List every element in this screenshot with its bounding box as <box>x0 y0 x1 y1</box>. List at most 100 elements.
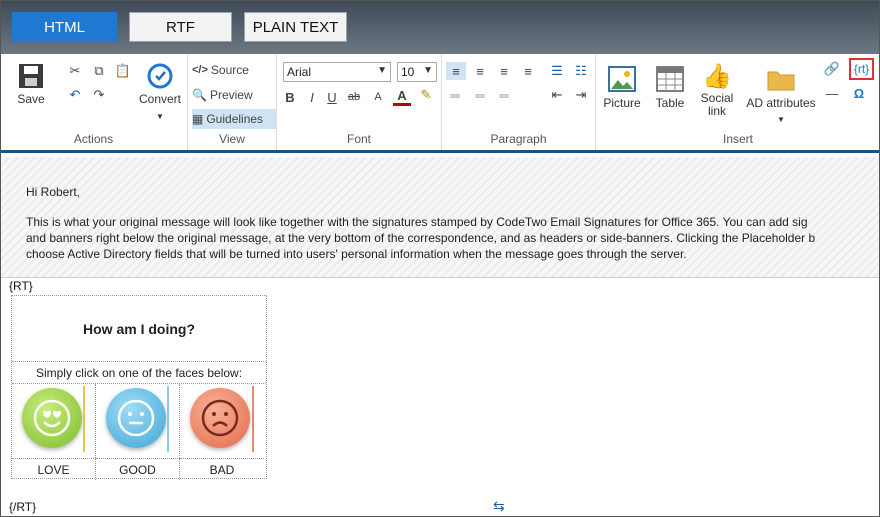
table-icon <box>656 66 684 92</box>
font-size-value: 10 <box>401 65 415 79</box>
picture-icon <box>608 66 636 92</box>
paragraph-group-label: Paragraph <box>490 132 547 146</box>
font-family-value: Arial <box>287 65 312 79</box>
insert-group: Picture Table 👍 Social link AD attribute… <box>596 54 880 150</box>
thumbs-up-icon: 👍 <box>702 63 732 90</box>
bad-accent-bar <box>252 386 254 452</box>
mode-html-button[interactable]: HTML <box>12 12 117 42</box>
face-label-bad: BAD <box>180 458 264 480</box>
magnifier-icon: 🔍 <box>192 88 207 102</box>
actions-group-label: Actions <box>73 132 114 146</box>
insert-picture-button[interactable]: Picture <box>602 66 642 110</box>
justify-icon[interactable]: ≡ <box>519 62 537 80</box>
convert-button[interactable]: Convert ▼ <box>138 62 182 121</box>
chevron-down-icon: ▼ <box>377 65 387 76</box>
greeting-text: Hi Robert, <box>26 185 81 199</box>
outdent-icon[interactable]: ⇤ <box>548 86 566 104</box>
mode-bar: HTML RTF PLAIN TEXT <box>0 0 880 54</box>
signature-table[interactable]: How am I doing? Simply click on one of t… <box>11 295 267 480</box>
preview-button[interactable]: 🔍 Preview <box>192 85 276 105</box>
paste-icon[interactable]: 📋 <box>114 62 132 80</box>
message-line-2: and banners right below the original mes… <box>26 231 816 245</box>
horizontal-line-icon[interactable]: — <box>823 84 841 102</box>
align-right-icon[interactable]: ≡ <box>495 62 513 80</box>
guidelines-label: Guidelines <box>206 112 264 126</box>
insert-group-label: Insert <box>722 132 753 146</box>
cut-icon[interactable]: ✂ <box>66 62 84 80</box>
insert-social-link-button[interactable]: 👍 Social link <box>696 64 738 118</box>
original-message-preview: Hi Robert, This is what your original me… <box>0 157 880 278</box>
convert-dropdown-icon[interactable]: ▼ <box>156 112 164 121</box>
message-line-3: choose Active Directory fields that will… <box>26 247 687 261</box>
mode-plain-text-button[interactable]: PLAIN TEXT <box>244 12 347 42</box>
ad-attributes-dropdown-icon[interactable]: ▼ <box>777 115 785 124</box>
align-left-icon[interactable]: ≡ <box>446 62 466 80</box>
underline-icon[interactable]: U <box>323 88 341 106</box>
floppy-disk-icon <box>19 64 43 88</box>
numbered-list-icon[interactable]: ☷ <box>572 62 590 80</box>
heart-eyes-face-icon[interactable] <box>22 388 82 448</box>
mode-rtf-button[interactable]: RTF <box>129 12 232 42</box>
folder-icon <box>767 71 795 91</box>
neutral-face-icon[interactable] <box>106 388 166 448</box>
rt-close-tag: {/RT} <box>9 500 37 514</box>
bold-icon[interactable]: B <box>281 88 299 106</box>
align-center-icon[interactable]: ≡ <box>471 62 489 80</box>
indent-icon[interactable]: ⇥ <box>572 86 590 104</box>
highlight-icon[interactable]: ✎ <box>417 86 435 104</box>
ribbon-toolbar: Save ✂ ⧉ 📋 ↶ ↷ Convert ▼ Actions </> Sou… <box>0 54 880 153</box>
font-family-select[interactable]: Arial ▼ <box>283 62 391 82</box>
save-label: Save <box>17 92 45 106</box>
undo-icon[interactable]: ↶ <box>66 86 84 104</box>
font-color-icon[interactable]: A <box>393 88 411 106</box>
insert-table-button[interactable]: Table <box>650 66 690 110</box>
save-button[interactable]: Save <box>14 62 48 106</box>
source-label: Source <box>210 63 249 77</box>
spacing-after-icon[interactable]: ═ <box>495 86 513 104</box>
message-line-1: This is what your original message will … <box>26 215 808 229</box>
face-label-good: GOOD <box>96 458 180 480</box>
preview-label: Preview <box>209 88 253 102</box>
ad-attributes-button[interactable]: AD attributes ▼ <box>746 68 816 124</box>
signature-position-icon[interactable]: ⇆ <box>493 498 505 515</box>
editor-canvas[interactable]: Hi Robert, This is what your original me… <box>0 153 880 517</box>
face-cell-love[interactable] <box>12 384 96 458</box>
picture-label: Picture <box>603 96 641 110</box>
redo-icon[interactable]: ↷ <box>90 86 108 104</box>
source-button[interactable]: </> Source <box>192 60 276 80</box>
face-cell-good[interactable] <box>96 384 180 458</box>
clear-format-icon[interactable]: A <box>369 88 387 106</box>
chevron-down-icon: ▼ <box>423 65 433 76</box>
font-size-select[interactable]: 10 ▼ <box>397 62 437 82</box>
omega-icon[interactable]: Ω <box>850 84 868 102</box>
font-group: Arial ▼ 10 ▼ B I U ab A A ✎ Font <box>277 54 442 150</box>
link-icon[interactable]: 🔗 <box>823 60 841 78</box>
good-accent-bar <box>167 386 169 452</box>
paragraph-group: ≡ ≡ ≡ ≡ ═ ═ ═ ☰ ☷ ⇤ ⇥ Paragraph <box>442 54 596 150</box>
copy-icon[interactable]: ⧉ <box>90 62 108 80</box>
bullet-list-icon[interactable]: ☰ <box>548 62 566 80</box>
grid-icon: ▦ <box>192 112 204 126</box>
font-group-label: Font <box>346 132 371 146</box>
line-spacing-icon[interactable]: ═ <box>446 86 464 104</box>
strikethrough-icon[interactable]: ab <box>345 88 363 106</box>
view-group-label: View <box>219 132 245 146</box>
rt-open-tag: {RT} <box>9 279 33 293</box>
face-label-love: LOVE <box>12 458 96 480</box>
convert-label: Convert <box>138 92 182 106</box>
rt-placeholder-button[interactable]: {rt} <box>849 58 874 80</box>
sad-face-icon[interactable] <box>190 388 250 448</box>
view-group: </> Source 🔍 Preview ▦ Guidelines View <box>188 54 277 150</box>
italic-icon[interactable]: I <box>303 88 321 106</box>
table-label: Table <box>655 96 685 110</box>
love-accent-bar <box>83 386 85 452</box>
ad-attributes-label: AD attributes <box>746 96 816 110</box>
paragraph-spacing-icon[interactable]: ═ <box>471 86 489 104</box>
actions-group: Save ✂ ⧉ 📋 ↶ ↷ Convert ▼ Actions <box>0 54 188 150</box>
signature-title: How am I doing? <box>12 296 266 362</box>
social-label-line2: link <box>707 104 726 118</box>
signature-subtitle: Simply click on one of the faces below: <box>12 362 266 384</box>
face-cell-bad[interactable] <box>180 384 264 458</box>
guidelines-button[interactable]: ▦ Guidelines <box>192 109 276 129</box>
convert-icon <box>147 63 173 89</box>
